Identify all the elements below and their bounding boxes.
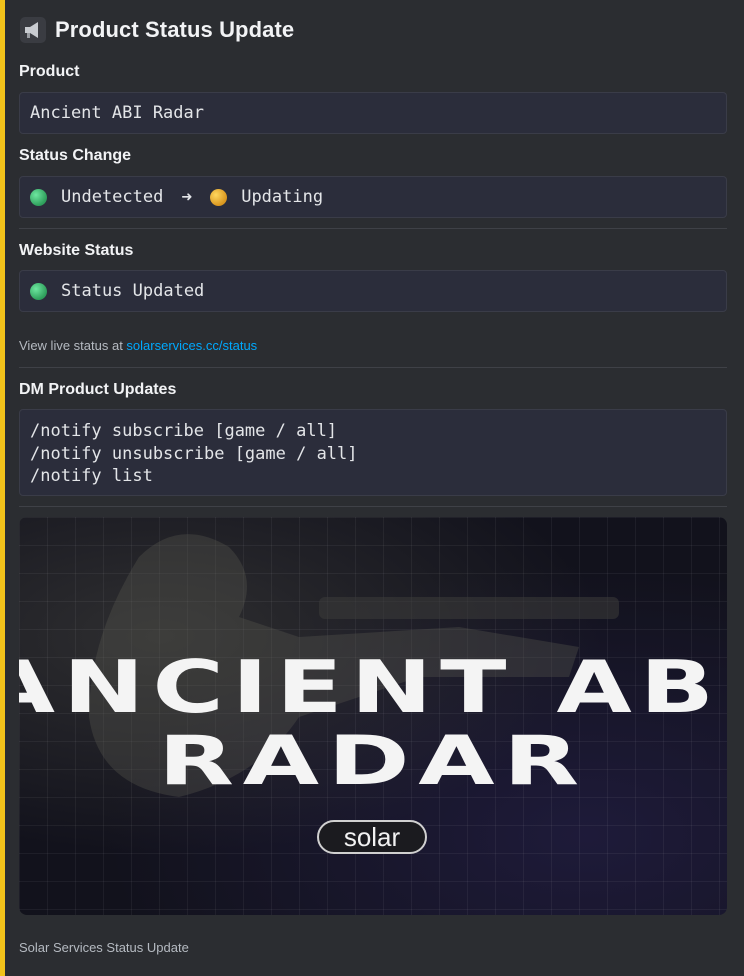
product-value: Ancient ABI Radar: [30, 103, 204, 123]
status-change-box: Undetected ➜ Updating: [19, 176, 727, 218]
command-line: /notify list: [30, 466, 153, 486]
product-banner-image[interactable]: ANCIENT ABI RADAR solar: [19, 517, 727, 915]
solar-badge: solar: [317, 820, 427, 854]
status-to: Updating: [241, 187, 324, 207]
status-from: Undetected: [61, 187, 164, 207]
embed-card: Product Status Update Product Ancient AB…: [0, 0, 744, 976]
website-status-box: Status Updated: [19, 270, 727, 312]
embed-title-row: Product Status Update: [19, 16, 294, 44]
divider: [19, 367, 727, 368]
megaphone-icon: [19, 16, 47, 44]
dm-updates-label: DM Product Updates: [19, 381, 177, 398]
command-line: /notify subscribe [game / all]: [30, 421, 338, 441]
divider: [19, 506, 727, 507]
status-link[interactable]: solarservices.cc/status: [126, 338, 257, 353]
product-value-box: Ancient ABI Radar: [19, 92, 727, 134]
embed-footer: Solar Services Status Update: [19, 940, 189, 955]
command-line: /notify unsubscribe [game / all]: [30, 443, 358, 464]
website-status-value: Status Updated: [61, 281, 205, 301]
banner-title-line1: ANCIENT ABI: [19, 645, 727, 729]
banner-title-line2: RADAR: [158, 722, 588, 801]
website-status-label: Website Status: [19, 242, 134, 259]
yellow-circle-icon: [210, 188, 228, 206]
green-circle-icon: [30, 188, 47, 206]
live-status-prefix: View live status at: [19, 338, 127, 353]
embed-title: Product Status Update: [55, 17, 295, 42]
green-circle-icon: [30, 282, 47, 300]
live-status-text: View live status at solarservices.cc/sta…: [19, 338, 257, 353]
product-label: Product: [19, 63, 80, 80]
arrow-right-icon: ➜: [181, 186, 193, 208]
status-change-label: Status Change: [19, 147, 132, 164]
dm-commands-box: /notify subscribe [game / all] /notify u…: [19, 409, 727, 496]
divider: [19, 228, 727, 229]
